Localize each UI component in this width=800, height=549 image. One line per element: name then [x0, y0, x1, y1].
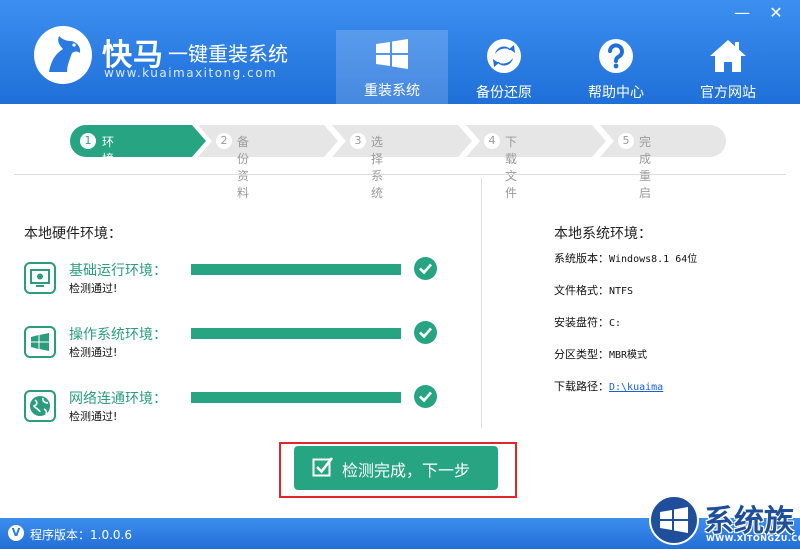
install-drive-value: C:: [609, 318, 622, 329]
home-icon: [710, 40, 746, 72]
check-label: 基础运行环境：: [69, 263, 167, 279]
check-icon: [414, 321, 437, 344]
check-row-basic: 基础运行环境： 检测通过!: [24, 257, 474, 310]
brand-subtitle: 一键重装系统: [168, 42, 288, 66]
step-label: 完成重启: [639, 135, 652, 200]
next-step-label: 检测完成，下一步: [342, 461, 471, 480]
file-system: 文件格式：NTFS: [554, 282, 633, 298]
partition-type: 分区类型：MBR模式: [554, 346, 647, 362]
check-status: 检测通过!: [69, 282, 118, 295]
partition-type-value: MBR模式: [609, 350, 648, 361]
file-system-label: 文件格式：: [554, 284, 609, 297]
check-status: 检测通过!: [69, 410, 118, 423]
check-label: 网络连通环境：: [69, 391, 167, 407]
globe-icon: [24, 390, 56, 422]
windows-icon: [376, 39, 408, 69]
check-icon: [414, 385, 437, 408]
step-number: 2: [216, 133, 232, 149]
step-label: 备份资料: [237, 135, 250, 200]
nav-label: 帮助中心: [588, 85, 644, 101]
step-number: 4: [484, 133, 500, 149]
progress-bar: [191, 264, 401, 275]
watermark-logo-icon: [649, 495, 699, 545]
monitor-icon: [24, 262, 56, 294]
step-number: 3: [350, 133, 366, 149]
nav-item-reinstall[interactable]: 重装系统: [336, 30, 448, 104]
divider-horizontal: [14, 174, 786, 175]
partition-type-label: 分区类型：: [554, 348, 609, 361]
check-row-os: 操作系统环境： 检测通过!: [24, 321, 474, 374]
step-label: 环境检测: [102, 135, 115, 200]
check-label: 操作系统环境：: [69, 327, 167, 343]
header-bar: 快马 一键重装系统 www.kuaimaxitong.com — ✕ 重装系统 …: [0, 0, 800, 104]
hardware-title: 本地硬件环境：: [24, 226, 122, 242]
windows-icon: [24, 326, 56, 358]
horse-logo-icon: [34, 26, 92, 84]
divider-vertical: [481, 178, 482, 428]
check-icon: [414, 257, 437, 280]
step-number: 1: [80, 133, 96, 149]
install-drive-label: 安装盘符：: [554, 316, 609, 329]
app-window: 快马 一键重装系统 www.kuaimaxitong.com — ✕ 重装系统 …: [0, 0, 800, 549]
download-path: 下载路径：D:\kuaima: [554, 378, 663, 394]
sync-icon: [487, 39, 521, 73]
progress-bar: [191, 328, 401, 339]
nav-label: 重装系统: [364, 83, 420, 99]
brand-url: www.kuaimaxitong.com: [104, 66, 278, 80]
watermark-url: WWW.XITONGZU.COM: [706, 534, 800, 543]
system-title: 本地系统环境：: [554, 226, 652, 242]
checkbox-icon: [312, 457, 334, 477]
file-system-value: NTFS: [609, 286, 634, 297]
step-progress: 1 环境检测 2 备份资料 3 选择系统 4 下载文件 5 完成重启: [70, 125, 730, 200]
system-version-value: Windows8.1 64位: [609, 254, 698, 265]
nav-item-backup[interactable]: 备份还原: [448, 32, 560, 104]
download-path-label: 下载路径：: [554, 380, 609, 393]
system-version: 系统版本：Windows8.1 64位: [554, 250, 697, 266]
nav-item-help[interactable]: 帮助中心: [560, 32, 672, 104]
step-number: 5: [618, 133, 634, 149]
close-button[interactable]: ✕: [762, 2, 790, 24]
download-path-link[interactable]: D:\kuaima: [609, 382, 663, 393]
check-row-network: 网络连通环境： 检测通过!: [24, 385, 474, 438]
check-status: 检测通过!: [69, 346, 118, 359]
version-badge: V: [8, 525, 24, 541]
step-label: 下载文件: [505, 135, 518, 200]
program-version: 程序版本：1.0.0.6: [30, 528, 132, 542]
step-label: 选择系统: [371, 135, 384, 200]
system-version-label: 系统版本：: [554, 252, 609, 265]
nav-item-website[interactable]: 官方网站: [672, 32, 784, 104]
nav-label: 官方网站: [700, 85, 756, 101]
nav-label: 备份还原: [476, 85, 532, 101]
progress-bar: [191, 392, 401, 403]
minimize-button[interactable]: —: [728, 2, 756, 24]
help-icon: [599, 39, 633, 73]
next-step-button[interactable]: 检测完成，下一步: [294, 446, 498, 490]
install-drive: 安装盘符：C:: [554, 314, 621, 330]
